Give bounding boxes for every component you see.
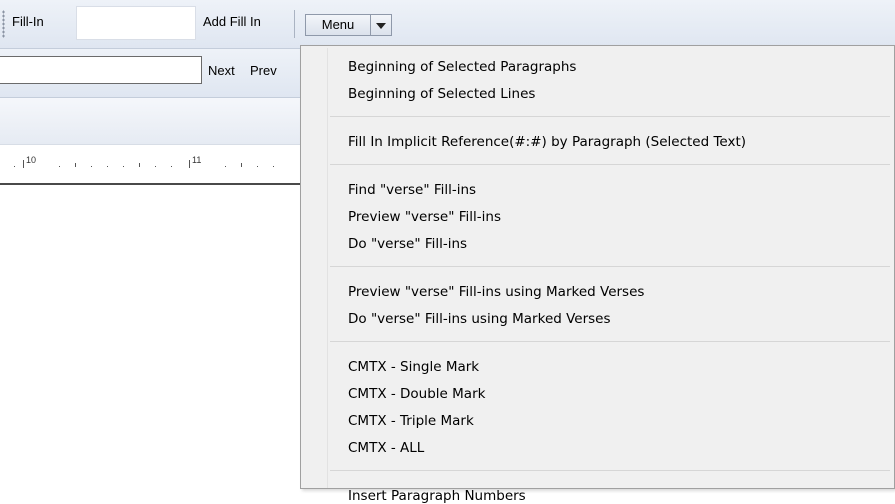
toolbar-separator bbox=[294, 10, 295, 38]
menu-item[interactable]: Do "verse" Fill-ins bbox=[348, 236, 467, 252]
menu-item[interactable]: Insert Paragraph Numbers bbox=[348, 488, 526, 504]
menu-item[interactable]: Do "verse" Fill-ins using Marked Verses bbox=[348, 311, 611, 327]
menu-item[interactable]: CMTX - ALL bbox=[348, 440, 424, 456]
menu-item[interactable]: Preview "verse" Fill-ins bbox=[348, 209, 501, 225]
fill-in-input[interactable] bbox=[76, 6, 196, 40]
menu-separator bbox=[330, 116, 890, 117]
menu-item[interactable]: Fill In Implicit Reference(#:#) by Parag… bbox=[348, 134, 746, 150]
menu-item[interactable]: Beginning of Selected Paragraphs bbox=[348, 59, 576, 75]
ruler-label-11: 11 bbox=[192, 155, 201, 165]
menu-button[interactable]: Menu bbox=[305, 14, 370, 36]
menu-separator bbox=[330, 164, 890, 165]
find-input[interactable] bbox=[0, 56, 202, 84]
ruler-label-10: 10 bbox=[26, 155, 36, 165]
toolbar-grip-handle[interactable] bbox=[2, 10, 5, 38]
ruler: 10 11 bbox=[0, 145, 302, 185]
menu-item[interactable]: Preview "verse" Fill-ins using Marked Ve… bbox=[348, 284, 644, 300]
fill-in-toolbar: Fill-In Add Fill In Menu bbox=[0, 0, 895, 49]
menu-dropdown-arrow-icon[interactable] bbox=[370, 14, 392, 36]
menu-icon-gutter bbox=[327, 48, 328, 488]
menu-dropdown: Beginning of Selected Paragraphs Beginnin… bbox=[300, 45, 895, 504]
empty-toolbar-row bbox=[0, 98, 302, 145]
fill-in-label: Fill-In bbox=[12, 14, 44, 29]
menu-item[interactable]: CMTX - Double Mark bbox=[348, 386, 485, 402]
prev-button[interactable]: Prev bbox=[250, 63, 277, 78]
add-fill-in-button[interactable]: Add Fill In bbox=[203, 14, 261, 29]
next-button[interactable]: Next bbox=[208, 63, 235, 78]
menu-separator bbox=[330, 470, 890, 471]
document-area[interactable] bbox=[0, 186, 302, 489]
find-toolbar: Next Prev bbox=[0, 49, 302, 98]
menu-item[interactable]: Find "verse" Fill-ins bbox=[348, 182, 476, 198]
menu-item[interactable]: Beginning of Selected Lines bbox=[348, 86, 535, 102]
ruler-ticks: 10 11 bbox=[14, 155, 274, 168]
menu-separator bbox=[330, 341, 890, 342]
menu-separator bbox=[330, 266, 890, 267]
menu-item[interactable]: CMTX - Triple Mark bbox=[348, 413, 474, 429]
menu-item[interactable]: CMTX - Single Mark bbox=[348, 359, 479, 375]
